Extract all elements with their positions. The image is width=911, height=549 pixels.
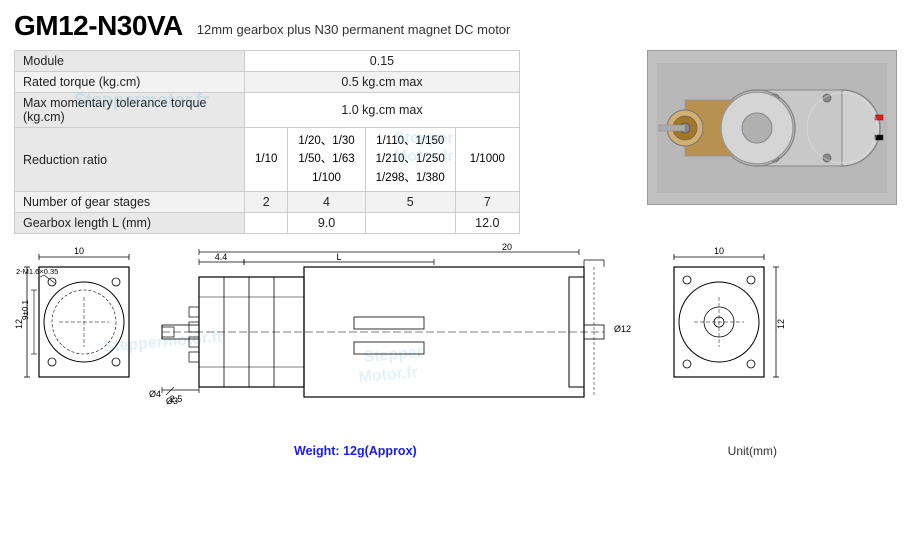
header: GM12-N30VA 12mm gearbox plus N30 permane… [14,10,897,42]
rr-col-2: 1/20、1/301/50、1/631/100 [288,128,365,192]
svg-text:Motor.fr: Motor.fr [358,364,419,386]
rr-col-4: 1/1000 [455,128,519,192]
table-row-gearbox-length: Gearbox length L (mm) 9.0 12.0 [15,213,520,234]
gearbox-length-empty [245,213,288,234]
gearbox-length-90: 9.0 [288,213,365,234]
table-row-max-torque: Max momentary tolerance torque (kg.cm) 1… [15,93,520,128]
svg-text:L: L [336,252,341,262]
model-title: GM12-N30VA [14,10,183,42]
weight-text: Weight: 12g(Approx) [294,444,417,458]
gear-stages-7: 7 [455,192,519,213]
drawings-wrapper: Steppermotor.fr Stepper Motor.fr 10 2-M1… [14,242,897,539]
main-container: GM12-N30VA 12mm gearbox plus N30 permane… [0,0,911,549]
technical-drawings-svg: Steppermotor.fr Stepper Motor.fr 10 2-M1… [14,242,894,442]
specs-table: Module 0.15 Rated torque (kg.cm) 0.5 kg.… [14,50,520,234]
model-subtitle: 12mm gearbox plus N30 permanent magnet D… [197,22,511,37]
svg-text:Stepper: Stepper [363,344,424,366]
specs-wrapper: Steppermotor.fr StepperMotor.fr Module 0… [14,50,637,234]
gearbox-length-empty2 [365,213,455,234]
svg-text:2-M1.6×0.35: 2-M1.6×0.35 [16,267,58,276]
rated-torque-label: Rated torque (kg.cm) [15,72,245,93]
reduction-ratio-label: Reduction ratio [15,128,245,192]
gear-stages-4: 4 [288,192,365,213]
rated-torque-value: 0.5 kg.cm max [245,72,520,93]
table-row-gear-stages: Number of gear stages 2 4 5 7 [15,192,520,213]
svg-text:2.5: 2.5 [170,394,183,404]
svg-text:Ø12: Ø12 [614,324,631,334]
max-torque-value: 1.0 kg.cm max [245,93,520,128]
table-row-rated-torque: Rated torque (kg.cm) 0.5 kg.cm max [15,72,520,93]
rr-col-3: 1/110、1/1501/210、1/2501/298、1/380 [365,128,455,192]
rr-col-1: 1/10 [245,128,288,192]
gearbox-length-label: Gearbox length L (mm) [15,213,245,234]
gearbox-length-120: 12.0 [455,213,519,234]
svg-text:4.4: 4.4 [215,252,228,262]
top-section: Steppermotor.fr StepperMotor.fr Module 0… [14,50,897,234]
table-row-module: Module 0.15 [15,51,520,72]
svg-text:Ø4: Ø4 [149,389,161,399]
svg-text:20: 20 [502,242,512,252]
max-torque-label: Max momentary tolerance torque (kg.cm) [15,93,245,128]
unit-text: Unit(mm) [728,444,777,458]
gear-stages-2: 2 [245,192,288,213]
svg-text:10: 10 [74,246,84,256]
gear-stages-label: Number of gear stages [15,192,245,213]
gear-stages-5: 5 [365,192,455,213]
module-value: 0.15 [245,51,520,72]
table-row-reduction-ratio: Reduction ratio 1/10 1/20、1/301/50、1/631… [15,128,520,192]
weight-unit-row: Weight: 12g(Approx) Unit(mm) [14,444,897,458]
motor-image-box [647,50,897,205]
motor-illustration [657,63,887,193]
svg-text:9±0.1: 9±0.1 [21,300,30,321]
svg-text:10: 10 [714,246,724,256]
svg-text:12: 12 [776,319,786,329]
drawing-container: Steppermotor.fr Stepper Motor.fr 10 2-M1… [14,242,897,442]
module-label: Module [15,51,245,72]
svg-text:Steppermotor.fr: Steppermotor.fr [103,329,224,356]
